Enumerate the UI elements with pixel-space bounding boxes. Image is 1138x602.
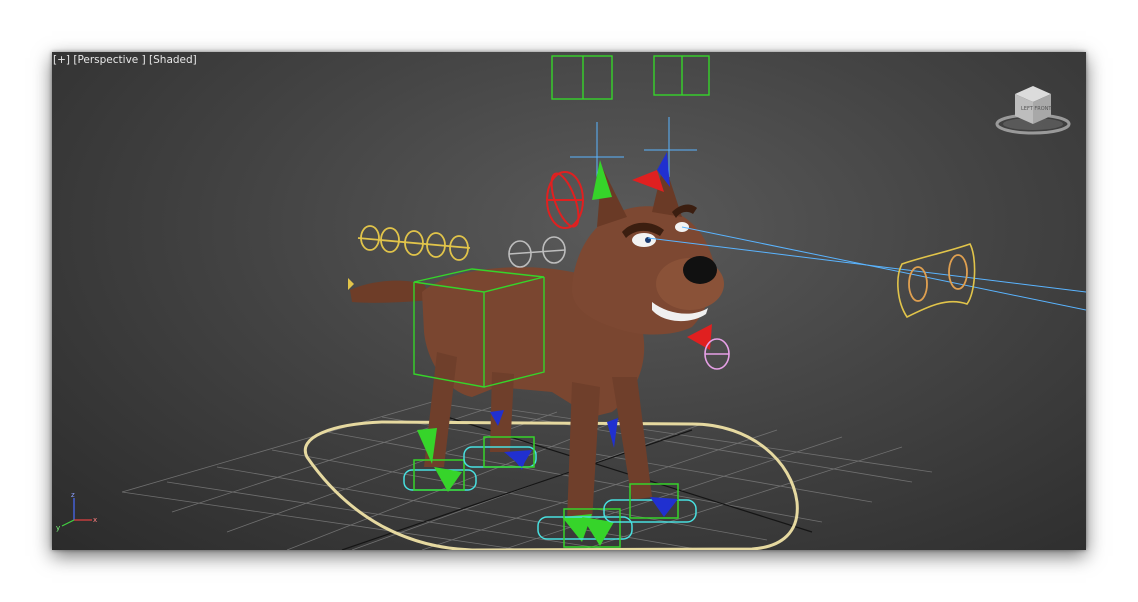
perspective-viewport[interactable]: [+] [Perspective ] [Shaded] LEFT FRONT z…: [52, 52, 1086, 550]
axis-tripod: z x y: [56, 491, 97, 532]
viewcube-face-label: LEFT FRONT: [1021, 106, 1052, 112]
dog-eye-left: [632, 233, 656, 247]
viewport-shading-menu[interactable]: [Shaded]: [149, 54, 197, 66]
viewport-frame: [+] [Perspective ] [Shaded] LEFT FRONT z…: [52, 52, 1086, 550]
tail-tip-marker[interactable]: [348, 278, 354, 290]
axis-x-label: x: [93, 516, 97, 524]
viewport-menu-plus[interactable]: [+]: [53, 54, 70, 66]
viewport-view-menu[interactable]: [Perspective ]: [73, 54, 145, 66]
eye-target-left[interactable]: [908, 266, 928, 302]
ear-gizmos[interactable]: [570, 117, 697, 182]
viewcube-icon[interactable]: LEFT FRONT: [995, 80, 1071, 136]
jaw-control-red[interactable]: [687, 324, 712, 350]
head-rotate-control[interactable]: [546, 170, 584, 229]
dog-nose: [683, 256, 717, 284]
dog-tail: [350, 280, 432, 303]
axis-z-label: z: [71, 491, 75, 499]
ear-control-red[interactable]: [632, 170, 664, 192]
viewport-label: [+] [Perspective ] [Shaded]: [53, 54, 197, 66]
spine-controls[interactable]: [508, 236, 566, 268]
ear-control-green[interactable]: [592, 160, 612, 200]
axis-y-label: y: [56, 524, 60, 532]
head-top-controls[interactable]: [551, 55, 710, 100]
tail-controls[interactable]: [357, 225, 471, 261]
jaw-control-pink[interactable]: [704, 338, 730, 370]
scene-canvas[interactable]: [52, 52, 1086, 550]
